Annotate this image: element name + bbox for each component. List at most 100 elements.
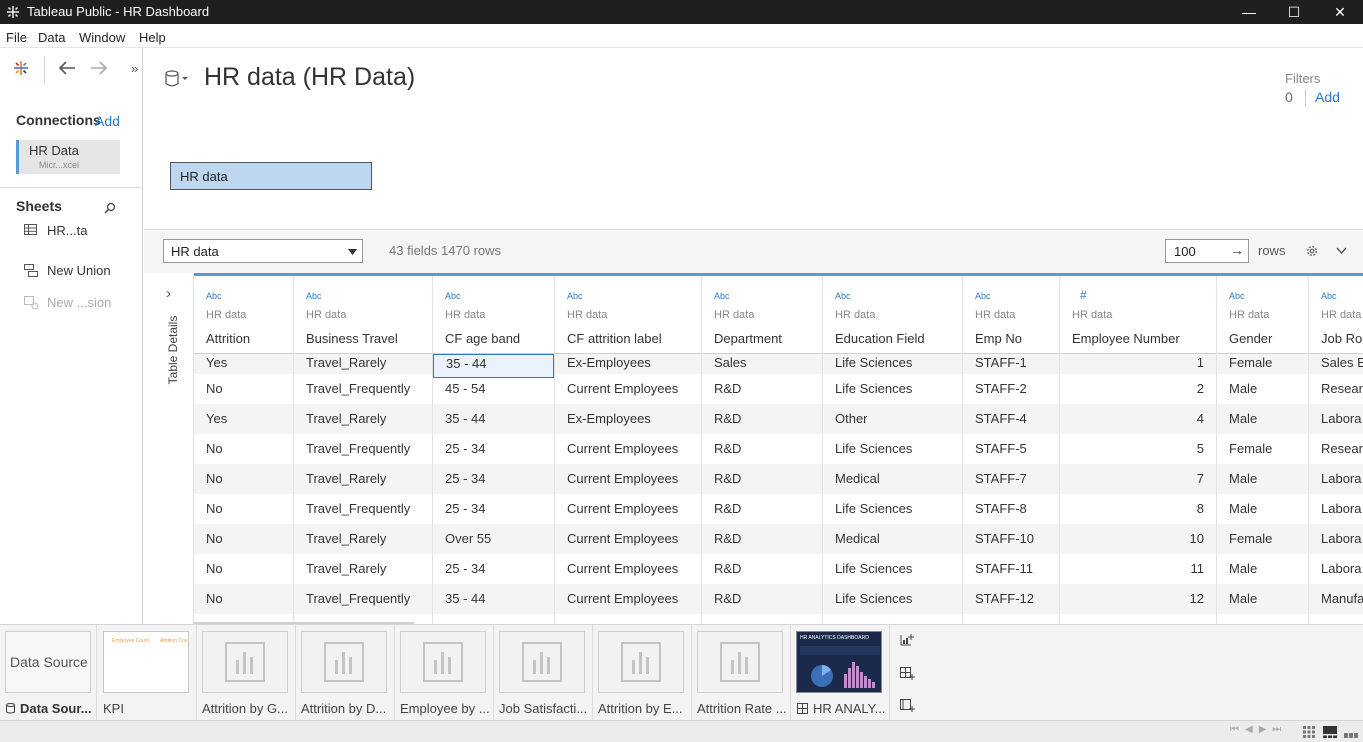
string-type-icon[interactable]: Abc [835,291,851,301]
tabs-view-icon[interactable] [1344,726,1358,738]
sheet-tab[interactable]: Attrition Rate ... [692,625,791,721]
new-story-icon[interactable] [899,697,915,713]
table-cell[interactable]: 25 - 34 [433,464,554,494]
database-dropdown-icon[interactable] [165,70,189,88]
table-cell[interactable]: R&D [702,524,822,554]
table-cell[interactable]: STAFF-4 [963,404,1059,434]
table-cell[interactable]: Current Employees [555,374,701,404]
table-cell[interactable]: R&D [702,464,822,494]
add-connection-link[interactable]: Add [95,113,120,129]
filmstrip-view-icon[interactable] [1323,726,1337,738]
table-cell[interactable]: R&D [702,554,822,584]
table-cell[interactable]: Life Sciences [823,584,962,614]
table-cell[interactable]: No [194,554,293,584]
table-cell[interactable]: R&D [702,494,822,524]
table-cell[interactable]: 5 [1060,434,1216,464]
table-cell[interactable]: Labora [1309,524,1363,554]
table-cell[interactable]: Travel_Frequently [294,434,432,464]
column-header[interactable]: Abc HR data Business Travel [294,276,432,354]
table-cell[interactable]: Current Employees [555,464,701,494]
table-cell[interactable]: Over 55 [433,524,554,554]
table-cell[interactable]: Life Sciences [823,554,962,584]
table-details-label[interactable]: Table Details [166,305,180,395]
column-name[interactable]: Employee Number [1072,331,1180,346]
table-chip[interactable]: HR data [170,162,372,190]
tab-data-source[interactable]: Data Source Data Sour... [0,625,97,721]
table-cell[interactable]: STAFF-10 [963,524,1059,554]
sheet-item-new-extension[interactable]: New ...sion [16,292,136,314]
column-header[interactable]: Abc HR data Education Field [823,276,962,354]
table-cell[interactable]: Travel_Rarely [294,354,432,374]
column-name[interactable]: Emp No [975,331,1022,346]
menu-data[interactable]: Data [38,30,65,45]
table-cell[interactable]: No [194,494,293,524]
table-select[interactable]: HR data [163,239,363,263]
column-header[interactable]: Abc HR data CF attrition label [555,276,701,354]
table-cell[interactable]: Life Sciences [823,374,962,404]
table-cell[interactable]: 2 [1060,374,1216,404]
apply-arrow-icon[interactable]: → [1230,242,1244,258]
close-button[interactable]: ✕ [1317,2,1363,22]
table-cell[interactable]: Resear [1309,434,1363,464]
table-cell[interactable]: Yes [194,404,293,434]
table-cell[interactable]: R&D [702,404,822,434]
string-type-icon[interactable]: Abc [1321,291,1337,301]
table-cell[interactable]: STAFF-2 [963,374,1059,404]
table-cell[interactable]: STAFF-7 [963,464,1059,494]
table-cell[interactable]: Yes [194,354,293,374]
table-cell[interactable]: R&D [702,584,822,614]
table-cell[interactable]: R&D [702,374,822,404]
string-type-icon[interactable]: Abc [714,291,730,301]
string-type-icon[interactable]: Abc [975,291,991,301]
menu-window[interactable]: Window [79,30,125,45]
column-name[interactable]: Job Role [1321,331,1363,346]
column-name[interactable]: CF attrition label [567,331,662,346]
table-cell[interactable]: Travel_Rarely [294,524,432,554]
table-cell[interactable]: STAFF-8 [963,494,1059,524]
menu-help[interactable]: Help [139,30,166,45]
string-type-icon[interactable]: Abc [306,291,322,301]
table-cell[interactable]: R&D [702,434,822,464]
sheet-tab[interactable]: Attrition by G... [197,625,296,721]
table-cell[interactable]: 35 - 44 [433,584,554,614]
table-cell[interactable]: Labora [1309,464,1363,494]
table-cell[interactable]: Current Employees [555,584,701,614]
minimize-button[interactable]: — [1226,2,1272,22]
table-cell[interactable]: STAFF-1 [963,354,1059,374]
table-cell[interactable]: 12 [1060,584,1216,614]
table-cell[interactable]: Current Employees [555,524,701,554]
add-filter-link[interactable]: Add [1315,89,1340,105]
table-cell[interactable]: Male [1217,374,1308,404]
column-header[interactable]: Abc HR data Department [702,276,822,354]
table-cell[interactable]: Life Sciences [823,494,962,524]
table-cell[interactable]: Travel_Rarely [294,404,432,434]
chevron-down-icon[interactable] [1336,247,1347,254]
table-cell[interactable]: Travel_Frequently [294,584,432,614]
table-cell[interactable]: Travel_Rarely [294,554,432,584]
connection-item[interactable]: HR Data Micr...xcel [16,140,120,174]
table-cell[interactable]: 25 - 34 [433,434,554,464]
column-name[interactable]: Education Field [835,331,925,346]
table-cell[interactable]: Ex-Employees [555,404,701,434]
table-cell[interactable]: Male [1217,494,1308,524]
table-cell[interactable]: Labora [1309,554,1363,584]
new-worksheet-icon[interactable] [899,633,915,649]
table-cell[interactable]: Current Employees [555,554,701,584]
table-cell[interactable]: Life Sciences [823,434,962,464]
column-name[interactable]: Gender [1229,331,1272,346]
table-cell[interactable]: Current Employees [555,434,701,464]
table-cell[interactable]: STAFF-12 [963,584,1059,614]
column-name[interactable]: Department [714,331,782,346]
column-name[interactable]: Business Travel [306,331,398,346]
page-nav-icons[interactable]: ⏮◀▶⏭ [1230,724,1287,735]
table-cell[interactable]: 7 [1060,464,1216,494]
menu-file[interactable]: File [6,30,27,45]
table-cell[interactable]: Travel_Frequently [294,374,432,404]
table-cell[interactable]: Travel_Frequently [294,494,432,524]
search-icon[interactable] [104,202,116,214]
table-cell[interactable]: No [194,524,293,554]
expand-pane-icon[interactable]: » [131,61,138,76]
table-cell[interactable]: No [194,374,293,404]
table-cell[interactable]: No [194,584,293,614]
column-header[interactable]: Abc HR data CF age band [433,276,554,354]
